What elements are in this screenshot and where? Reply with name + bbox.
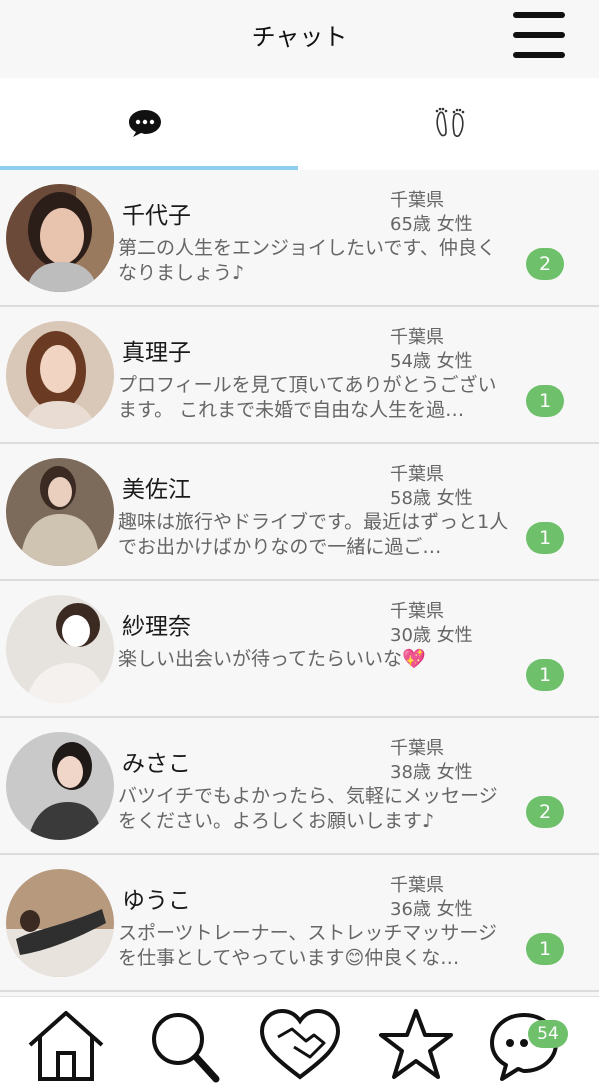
contact-name: 紗理奈 (122, 614, 191, 640)
footprints-icon (435, 107, 465, 137)
contact-name: 千代子 (122, 203, 191, 229)
contact-prefecture: 千葉県 (390, 190, 444, 211)
chat-row[interactable]: 紗理奈 千葉県 30歳 女性 楽しい出会いが待ってたらいいな💖 1 (0, 581, 599, 718)
avatar (6, 595, 114, 703)
unread-badge: 1 (526, 933, 564, 965)
contact-prefecture: 千葉県 (390, 464, 444, 485)
unread-badge: 2 (526, 248, 564, 280)
hamburger-menu-icon[interactable] (513, 12, 565, 58)
nav-search[interactable] (144, 1007, 234, 1083)
unread-badge: 1 (526, 522, 564, 554)
contact-name: 美佐江 (122, 477, 191, 503)
contact-prefecture: 千葉県 (390, 327, 444, 348)
avatar (6, 732, 114, 840)
contact-prefecture: 千葉県 (390, 875, 444, 896)
contact-age-sex: 58歳 女性 (390, 488, 473, 509)
chat-row[interactable]: ゆうこ 千葉県 36歳 女性 スポーツトレーナー、ストレッチマッサージを仕事とし… (0, 855, 599, 992)
contact-age-sex: 36歳 女性 (390, 899, 473, 920)
contact-age-sex: 65歳 女性 (390, 214, 473, 235)
nav-favorites[interactable] (374, 1007, 464, 1083)
chat-bubble-icon (129, 110, 161, 137)
contact-name: ゆうこ (122, 888, 191, 914)
message-preview: 第二の人生をエンジョイしたいです、仲良くなりましょう♪ (118, 237, 496, 284)
chat-row[interactable]: 真理子 千葉県 54歳 女性 プロフィールを見て頂いてありがとうございます。 こ… (0, 307, 599, 444)
nav-home[interactable] (24, 1007, 114, 1083)
home-icon (28, 1011, 104, 1081)
contact-name: みさこ (122, 751, 191, 777)
contact-prefecture: 千葉県 (390, 738, 444, 759)
contact-prefecture: 千葉県 (390, 601, 444, 622)
avatar (6, 184, 114, 292)
tab-bar (0, 78, 599, 170)
unread-badge: 1 (526, 659, 564, 691)
contact-age-sex: 30歳 女性 (390, 625, 473, 646)
star-icon (379, 1009, 453, 1079)
app-header: チャット (0, 0, 599, 78)
message-preview: スポーツトレーナー、ストレッチマッサージを仕事としてやっています😊仲良くな… (118, 922, 498, 969)
search-icon (152, 1013, 220, 1083)
message-preview: 趣味は旅行やドライブです。最近はずっと1人でお出かけばかりなので一緒に過ご… (118, 511, 509, 558)
message-preview: 楽しい出会いが待ってたらいいな💖 (118, 648, 426, 670)
message-preview: プロフィールを見て頂いてありがとうございます。 これまで未婚で自由な人生を過… (118, 374, 497, 421)
nav-matches[interactable] (258, 1007, 348, 1083)
chat-row[interactable]: 千代子 千葉県 65歳 女性 第二の人生をエンジョイしたいです、仲良くなりましょ… (0, 170, 599, 307)
contact-age-sex: 54歳 女性 (390, 351, 473, 372)
heart-handshake-icon (259, 1008, 341, 1080)
unread-badge: 2 (526, 796, 564, 828)
chat-row[interactable]: みさこ 千葉県 38歳 女性 バツイチでもよかったら、気軽にメッセージをください… (0, 718, 599, 855)
contact-name: 真理子 (122, 340, 191, 366)
avatar (6, 458, 114, 566)
contact-age-sex: 38歳 女性 (390, 762, 473, 783)
page-title: チャット (251, 23, 348, 51)
avatar (6, 869, 114, 977)
message-preview: バツイチでもよかったら、気軽にメッセージをください。よろしくお願いします♪ (118, 785, 498, 832)
tab-footprints[interactable] (299, 78, 598, 170)
chat-row[interactable]: 美佐江 千葉県 58歳 女性 趣味は旅行やドライブです。最近はずっと1人でお出か… (0, 444, 599, 581)
unread-badge: 1 (526, 385, 564, 417)
tab-chat[interactable] (0, 78, 299, 170)
bottom-nav (0, 996, 599, 1088)
chat-unread-badge: 54 (528, 1020, 568, 1048)
avatar (6, 321, 114, 429)
